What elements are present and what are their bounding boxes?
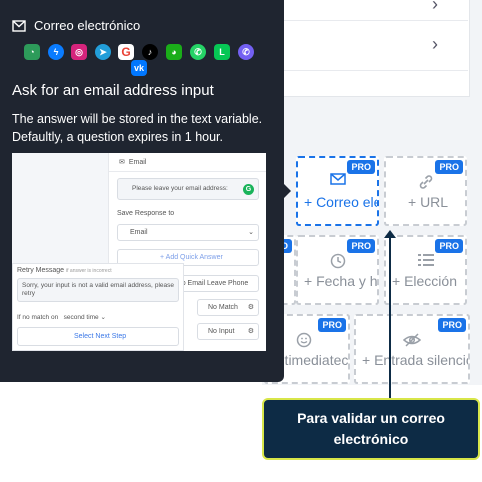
callout-box: Para validar un correo electrónico (262, 398, 480, 460)
tile-choice[interactable]: PRO + Elección (384, 235, 467, 305)
mail-icon: ✉ (119, 159, 125, 166)
retry-text: Sorry, your input is not a valid email a… (22, 282, 174, 297)
preview-header: ✉ Email (119, 158, 147, 167)
channel-header: Correo electrónico (12, 18, 140, 33)
tile-silent-input[interactable]: PRO + Entrada silenciosa (354, 314, 470, 384)
select-next-step: Select Next Step (17, 327, 179, 346)
add-quick-answer-label: + Add Quick Answer (160, 254, 223, 261)
no-input-label: No Input (208, 328, 235, 335)
retry-message-box: Sorry, your input is not a valid email a… (17, 278, 179, 302)
messenger-icon: ϟ (48, 44, 64, 60)
vk-icon: vk (131, 60, 147, 76)
grammarly-icon: G (243, 184, 254, 195)
variable-select: Email ⌄ (117, 224, 259, 241)
gear-icon: ⚙ (247, 304, 254, 311)
no-match-row: If no match on second time ⌄ (17, 314, 106, 321)
variable-value: Email (130, 229, 148, 236)
pro-badge: PRO (438, 318, 466, 332)
gear-icon: ⚙ (247, 328, 254, 335)
telegram-icon: ➤ (95, 44, 111, 60)
pro-badge: PRO (435, 160, 463, 174)
retry-label: Retry Message if answer is incorrect (17, 267, 112, 274)
chevron-down-icon: ⌄ (248, 229, 254, 236)
tile-url[interactable]: PRO + URL (384, 156, 467, 226)
tile-date-time[interactable]: PRO + Fecha y hora (296, 235, 379, 305)
tooltip-arrow (284, 184, 291, 198)
google-icon: G (118, 44, 134, 60)
tile-label: + Correo electrónico (304, 194, 377, 210)
eye-off-icon (403, 333, 421, 347)
tiktok-icon: ♪ (142, 44, 158, 60)
retry-hint: if answer is incorrect (66, 268, 112, 274)
wechat-icon: ◕ (166, 44, 182, 60)
retry-card: Retry Message if answer is incorrect Sor… (12, 263, 184, 351)
clock-icon (330, 253, 345, 269)
divider (272, 70, 468, 71)
line-icon: L (214, 44, 230, 60)
divider (272, 20, 468, 21)
preview-prompt-box: Please leave your email address: G (117, 178, 259, 200)
no-match-label: No Match (208, 304, 238, 311)
whatsapp-icon: ✆ (190, 44, 206, 60)
no-match-option: No Match ⚙ (197, 299, 259, 316)
smile-icon (296, 332, 312, 348)
tooltip-title: Ask for an email address input (12, 82, 214, 99)
preview-block-name: Email (128, 158, 147, 166)
chevron-right-icon[interactable]: › (432, 34, 438, 55)
pro-badge: PRO (318, 318, 346, 332)
mail-icon (329, 173, 346, 185)
callout-arrowhead (384, 230, 396, 238)
no-input-option: No Input ⚙ (197, 323, 259, 340)
instagram-icon: ◎ (71, 44, 87, 60)
tile-label: + Elección (392, 273, 457, 289)
chevron-right-icon[interactable]: › (432, 0, 438, 15)
wechat-work-icon: ◔ (24, 44, 40, 60)
tile-email[interactable]: PRO + Correo electrónico (296, 156, 379, 226)
channel-label: Correo electrónico (34, 18, 141, 33)
divider (109, 171, 266, 172)
viber-icon: ✆ (238, 44, 254, 60)
tooltip-description: The answer will be stored in the text va… (12, 112, 263, 144)
no-match-on-value: second time (63, 314, 99, 321)
tile-label: + Fecha y hora (304, 273, 378, 289)
pro-badge: PRO (347, 239, 375, 253)
mail-icon (12, 19, 26, 32)
callout-pointer (389, 236, 391, 398)
retry-label-text: Retry Message (17, 267, 65, 274)
link-icon (419, 175, 432, 189)
list-icon (417, 254, 434, 266)
tile-label: + Entrada silenciosa (362, 352, 468, 368)
tile-label: + URL (408, 194, 449, 210)
callout-text: Para validar un correo electrónico (297, 410, 445, 447)
preview-prompt: Please leave your email address: (132, 185, 228, 192)
save-response-label: Save Response to (117, 210, 175, 217)
pro-badge: PRO (347, 160, 375, 174)
select-next-step-label: Select Next Step (74, 333, 127, 340)
preview-image: ✉ Email Please leave your email address:… (12, 153, 266, 351)
settings-card (272, 0, 470, 97)
pro-badge: PRO (435, 239, 463, 253)
no-match-on-label: If no match on (17, 314, 59, 321)
